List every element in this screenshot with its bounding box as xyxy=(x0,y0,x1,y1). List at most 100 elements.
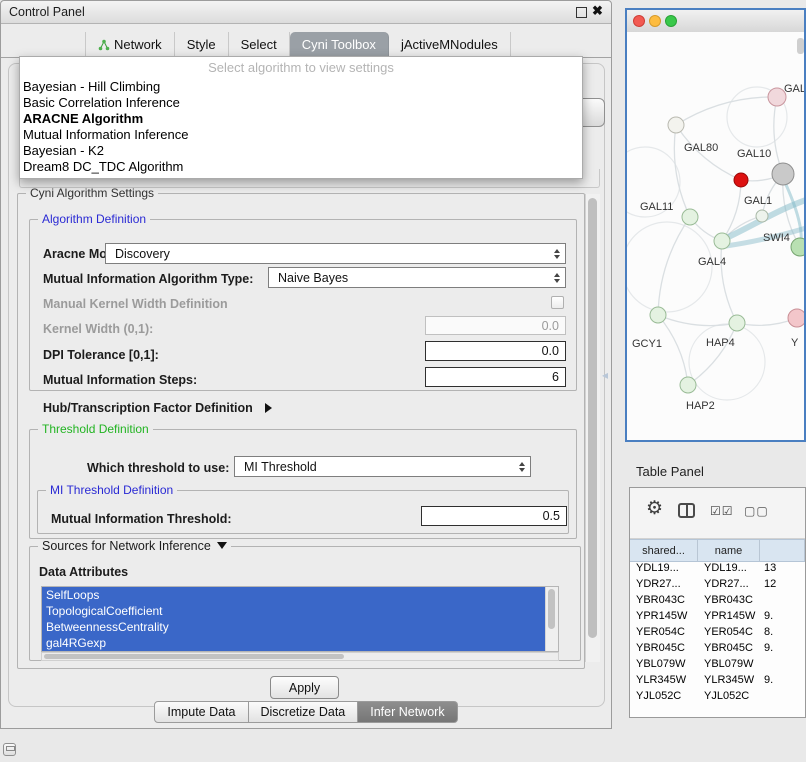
tab-infer-network[interactable]: Infer Network xyxy=(358,701,457,723)
network-node[interactable] xyxy=(772,163,794,185)
settings-scrollbar[interactable] xyxy=(585,194,600,662)
table-row[interactable]: YDR27...YDR27...12 xyxy=(630,576,805,592)
algorithm-option[interactable]: Bayesian - Hill Climbing xyxy=(20,79,582,95)
table-cell: YDL19... xyxy=(630,560,698,576)
tab-network[interactable]: Network xyxy=(85,32,175,58)
table-cell: YDR27... xyxy=(698,576,760,592)
kernel-width-field[interactable]: 0.0 xyxy=(425,316,566,335)
table-row[interactable]: YBR043CYBR043C xyxy=(630,592,805,608)
data-attributes-list[interactable]: SelfLoops TopologicalCoefficient Between… xyxy=(41,586,559,652)
network-node[interactable] xyxy=(668,117,684,133)
mi-threshold-field[interactable]: 0.5 xyxy=(421,506,567,526)
algorithm-option[interactable]: Mutual Information Inference xyxy=(20,127,582,143)
attribute-item-selected[interactable]: TopologicalCoefficient xyxy=(42,603,546,619)
table-row[interactable]: YPR145WYPR145W9. xyxy=(630,608,805,624)
network-node[interactable] xyxy=(756,210,768,222)
attributes-hscrollbar[interactable] xyxy=(41,652,559,661)
table-row[interactable]: YJL052CYJL052C xyxy=(630,688,805,704)
tab-cyni-toolbox[interactable]: Cyni Toolbox xyxy=(290,32,389,58)
network-node[interactable] xyxy=(729,315,745,331)
tab-impute-data[interactable]: Impute Data xyxy=(154,701,248,723)
maximize-traffic-light[interactable] xyxy=(665,15,677,27)
attributes-hscrollbar-thumb[interactable] xyxy=(44,654,344,659)
table-row[interactable]: YDL19...YDL19...13 xyxy=(630,560,805,576)
table-row[interactable]: YLR345WYLR345W9. xyxy=(630,672,805,688)
network-node[interactable] xyxy=(788,309,804,327)
attributes-vscrollbar-thumb[interactable] xyxy=(548,589,555,629)
settings-scrollbar-thumb[interactable] xyxy=(588,198,597,638)
deselect-all-rows-icon[interactable]: ▢▢ xyxy=(744,504,769,518)
algorithm-option[interactable]: Basic Correlation Inference xyxy=(20,95,582,111)
manual-kernel-checkbox[interactable] xyxy=(551,296,564,309)
tab-label: jActiveMNodules xyxy=(401,37,498,52)
tab-style[interactable]: Style xyxy=(175,32,229,58)
attribute-item-selected[interactable]: SelfLoops xyxy=(42,587,546,603)
gear-icon[interactable]: ⚙ xyxy=(646,497,663,520)
combo-arrows-icon xyxy=(519,462,525,472)
network-node[interactable] xyxy=(791,238,804,256)
aracne-mode-select[interactable]: Discovery xyxy=(105,243,566,264)
tab-label: Select xyxy=(241,37,277,52)
mi-threshold-label: Mutual Information Threshold: xyxy=(51,512,232,526)
network-node[interactable] xyxy=(682,209,698,225)
attribute-item-selected[interactable]: BetweennessCentrality xyxy=(42,619,546,635)
algorithm-dropdown-popup: Select algorithm to view settings Bayesi… xyxy=(19,56,583,179)
close-traffic-light[interactable] xyxy=(633,15,645,27)
which-threshold-select[interactable]: MI Threshold xyxy=(234,456,531,477)
table-row[interactable]: YBR045CYBR045C9. xyxy=(630,640,805,656)
network-node-label: GAL11 xyxy=(640,201,673,213)
network-node[interactable] xyxy=(714,233,730,249)
table-cell: YBR045C xyxy=(698,640,760,656)
algorithm-option[interactable]: Bayesian - K2 xyxy=(20,143,582,159)
splitter-arrow-icon[interactable]: ◂ xyxy=(602,368,608,382)
close-icon[interactable]: ✖ xyxy=(592,3,603,19)
control-panel-window: Control Panel ✖ Network Style Select xyxy=(0,0,612,729)
tab-label: Cyni Toolbox xyxy=(302,37,376,52)
sources-group-title[interactable]: Sources for Network Inference xyxy=(38,539,231,553)
dropdown-prompt: Select algorithm to view settings xyxy=(20,57,582,79)
hub-factor-expander[interactable]: Hub/Transcription Factor Definition xyxy=(43,399,272,417)
dpi-tolerance-field[interactable]: 0.0 xyxy=(425,341,566,361)
algorithm-option-highlighted[interactable]: ARACNE Algorithm xyxy=(20,111,582,127)
network-node-label: GAL4 xyxy=(698,256,726,268)
table-panel-window: ⚙ ☑☑ ▢▢ shared... name YDL19...YDL19...1… xyxy=(629,487,806,718)
which-threshold-label: Which threshold to use: xyxy=(87,461,229,475)
network-node[interactable] xyxy=(680,377,696,393)
select-all-rows-icon[interactable]: ☑☑ xyxy=(710,504,734,518)
window-title: Control Panel xyxy=(9,5,85,19)
table-cell: YDR27... xyxy=(630,576,698,592)
apply-button[interactable]: Apply xyxy=(270,676,339,699)
network-node-label: SWI4 xyxy=(763,232,790,244)
algorithm-definition-title: Algorithm Definition xyxy=(38,212,150,226)
network-window-titlebar[interactable] xyxy=(627,10,804,33)
column-header-name[interactable]: name xyxy=(698,540,760,561)
table-row[interactable]: YER054CYER054C8. xyxy=(630,624,805,640)
table-row[interactable]: YBL079WYBL079W xyxy=(630,656,805,672)
minimize-traffic-light[interactable] xyxy=(649,15,661,27)
attributes-vscrollbar[interactable] xyxy=(545,587,558,651)
table-cell: YER054C xyxy=(630,624,698,640)
network-scrollbar-nub[interactable] xyxy=(797,38,804,54)
algorithm-option[interactable]: Dream8 DC_TDC Algorithm xyxy=(20,159,582,175)
sources-title-text: Sources for Network Inference xyxy=(42,539,211,553)
network-canvas-svg[interactable]: GALGAL80GAL10GAL11GAL1SWI4GAL4GCY1HAP4YH… xyxy=(627,32,804,440)
float-window-icon[interactable] xyxy=(576,7,587,18)
table-cell: 12 xyxy=(760,576,805,592)
tab-jactivemnodules[interactable]: jActiveMNodules xyxy=(389,32,511,58)
columns-icon[interactable] xyxy=(678,503,695,518)
manual-kernel-label: Manual Kernel Width Definition xyxy=(43,297,228,311)
restore-panel-mini-button[interactable] xyxy=(3,743,16,756)
table-cell: YER054C xyxy=(698,624,760,640)
tab-select[interactable]: Select xyxy=(229,32,290,58)
mi-type-select[interactable]: Naive Bayes xyxy=(268,267,566,288)
network-node[interactable] xyxy=(734,173,748,187)
column-header-shared-name[interactable]: shared... xyxy=(630,540,698,561)
network-canvas[interactable]: GALGAL80GAL10GAL11GAL1SWI4GAL4GCY1HAP4YH… xyxy=(627,32,804,440)
tab-discretize-data[interactable]: Discretize Data xyxy=(249,701,359,723)
kernel-width-value: 0.0 xyxy=(542,319,559,333)
mi-steps-field[interactable]: 6 xyxy=(425,367,566,387)
network-node[interactable] xyxy=(650,307,666,323)
column-header-partial[interactable] xyxy=(760,540,805,561)
mi-threshold-value: 0.5 xyxy=(543,509,560,523)
attribute-item-selected[interactable]: gal4RGexp xyxy=(42,635,546,651)
